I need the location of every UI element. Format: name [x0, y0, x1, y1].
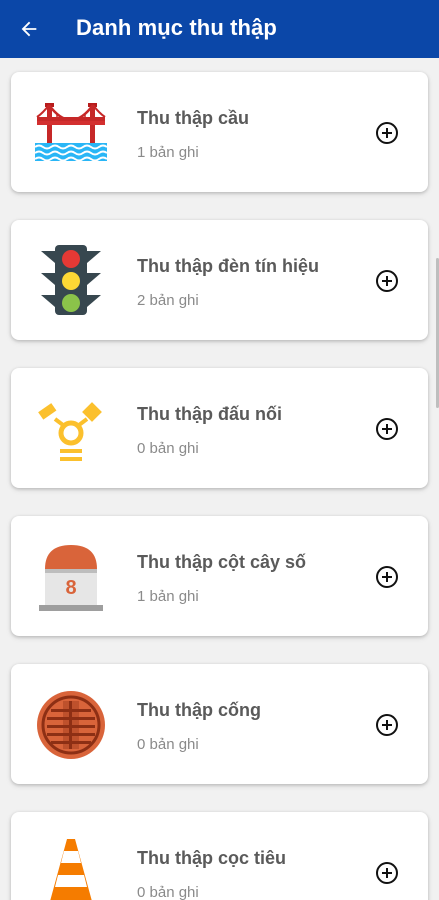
item-record-count: 1 bản ghi: [137, 144, 199, 161]
list-item-traffic-cone[interactable]: Thu thập cọc tiêu 0 bản ghi: [11, 812, 428, 900]
add-button[interactable]: [375, 417, 399, 441]
arrow-left-icon: [21, 21, 37, 37]
add-circle-icon: [376, 862, 398, 884]
add-button[interactable]: [375, 861, 399, 885]
item-record-count: 1 bản ghi: [137, 588, 199, 605]
item-record-count: 0 bản ghi: [137, 736, 199, 753]
list-item-milestone[interactable]: 8 Thu thập cột cây số 1 bản ghi: [11, 516, 428, 636]
page-title: Danh mục thu thập: [76, 15, 277, 40]
milestone-number: 8: [65, 577, 76, 599]
item-title: Thu thập đèn tín hiệu: [137, 256, 319, 276]
list-item-culvert[interactable]: Thu thập cống 0 bản ghi: [11, 664, 428, 784]
list-item-connector[interactable]: Thu thập đấu nối 0 bản ghi: [11, 368, 428, 488]
add-button[interactable]: [375, 121, 399, 145]
item-title: Thu thập cầu: [137, 108, 249, 128]
back-button[interactable]: [16, 16, 42, 42]
add-circle-icon: [376, 418, 398, 440]
add-circle-icon: [376, 122, 398, 144]
manhole-icon: [33, 687, 109, 763]
item-record-count: 0 bản ghi: [137, 440, 199, 457]
connector-icon: [33, 391, 109, 467]
bridge-icon: [33, 95, 109, 171]
category-list: Thu thập cầu 1 bản ghi Thu thập đèn tín …: [0, 58, 439, 900]
add-circle-icon: [376, 270, 398, 292]
milestone-icon: 8: [33, 539, 109, 615]
item-title: Thu thập cột cây số: [137, 552, 307, 572]
item-record-count: 0 bản ghi: [137, 884, 199, 900]
add-button[interactable]: [375, 269, 399, 293]
app-bar: Danh mục thu thập: [0, 0, 439, 58]
add-circle-icon: [376, 714, 398, 736]
add-button[interactable]: [375, 713, 399, 737]
item-title: Thu thập cọc tiêu: [137, 848, 287, 868]
item-record-count: 2 bản ghi: [137, 292, 199, 309]
traffic-light-icon: [33, 243, 109, 319]
list-item-bridge[interactable]: Thu thập cầu 1 bản ghi: [11, 72, 428, 192]
item-title: Thu thập cống: [137, 700, 261, 720]
item-title: Thu thập đấu nối: [137, 404, 282, 424]
add-circle-icon: [376, 566, 398, 588]
traffic-cone-icon: [33, 835, 109, 900]
add-button[interactable]: [375, 565, 399, 589]
list-item-traffic-light[interactable]: Thu thập đèn tín hiệu 2 bản ghi: [11, 220, 428, 340]
